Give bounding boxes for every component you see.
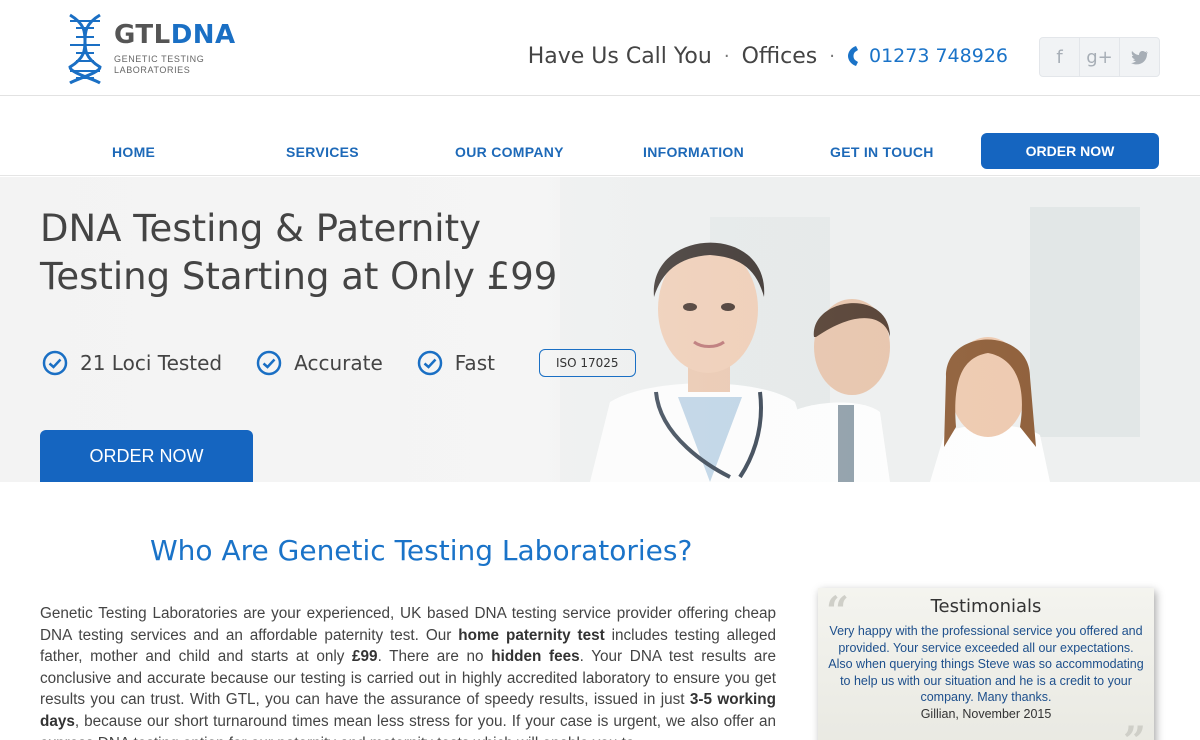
hidden-fees-highlight: hidden fees: [491, 648, 580, 666]
twitter-bird-icon: [1130, 50, 1148, 64]
hero-title-line1: DNA Testing & Paternity: [40, 207, 481, 250]
logo-subtitle-line2: Laboratories: [114, 65, 191, 75]
testimonial-author: Gillian, November 2015: [920, 706, 1052, 721]
testimonial-card: “ ” Testimonials Very happy with the pro…: [818, 588, 1154, 740]
check-circle-icon: [417, 350, 443, 376]
feature-label: Accurate: [294, 351, 383, 375]
main-navigation: HOME SERVICES OUR COMPANY INFORMATION GE…: [0, 96, 1200, 176]
hero-banner: DNA Testing & Paternity Testing Starting…: [0, 177, 1200, 482]
nav-order-now-button[interactable]: ORDER NOW: [981, 133, 1159, 169]
separator: ·: [829, 45, 835, 67]
offices-link[interactable]: Offices: [742, 44, 818, 69]
feature-label: Fast: [454, 351, 495, 375]
testimonial-text: Very happy with the professional service…: [828, 624, 1144, 704]
open-quote-icon: “: [826, 588, 850, 635]
nav-home[interactable]: HOME: [112, 144, 155, 160]
nav-our-company[interactable]: OUR COMPANY: [455, 144, 564, 160]
feature-label: 21 Loci Tested: [80, 351, 223, 375]
close-quote-icon: ”: [1123, 722, 1146, 740]
phone-link[interactable]: 01273 748926: [847, 45, 1008, 67]
check-circle-icon: [42, 350, 68, 376]
logo-brand-dna: DNA: [170, 20, 236, 50]
home-paternity-test-link[interactable]: home paternity test: [458, 627, 604, 644]
logo-wordmark: GTLDNA: [114, 22, 236, 48]
nav-services[interactable]: SERVICES: [286, 144, 359, 160]
hero-order-now-button[interactable]: ORDER NOW: [40, 430, 253, 482]
hero-features: 21 Loci Tested Accurate Fast ISO 17025: [42, 349, 636, 377]
nav-information[interactable]: INFORMATION: [643, 144, 744, 160]
dna-helix-icon: [68, 13, 102, 85]
nav-get-in-touch[interactable]: GET IN TOUCH: [830, 144, 934, 160]
site-header: GTLDNA Genetic Testing Laboratories Have…: [0, 0, 1200, 96]
logo-subtitle: Genetic Testing Laboratories: [114, 54, 236, 76]
about-text: . There are no: [377, 648, 492, 666]
logo-brand-gtl: GTL: [114, 20, 171, 50]
feature-accurate: Accurate: [256, 350, 383, 376]
call-back-link[interactable]: Have Us Call You: [528, 44, 712, 69]
check-circle-icon: [256, 350, 282, 376]
hero-title: DNA Testing & Paternity Testing Starting…: [40, 205, 600, 301]
separator: ·: [723, 45, 730, 67]
twitter-icon[interactable]: [1120, 38, 1159, 76]
feature-loci: 21 Loci Tested: [42, 350, 222, 376]
about-text: , because our short turnaround times mea…: [40, 712, 776, 740]
about-paragraph: Genetic Testing Laboratories are your ex…: [40, 603, 776, 740]
testimonial-title: Testimonials: [930, 596, 1042, 617]
facebook-icon[interactable]: f: [1040, 38, 1080, 76]
iso-badge: ISO 17025: [538, 349, 636, 377]
social-links: f g+: [1039, 37, 1160, 77]
phone-icon: [847, 46, 858, 66]
google-plus-icon[interactable]: g+: [1080, 38, 1120, 76]
feature-fast: Fast: [417, 350, 495, 376]
about-heading: Who Are Genetic Testing Laboratories?: [150, 534, 693, 567]
header-contact: Have Us Call You · Offices · 01273 74892…: [528, 38, 1008, 74]
medical-staff-image: [560, 177, 1200, 482]
hero-title-line2: Testing Starting at Only £99: [40, 255, 558, 298]
phone-number: 01273 748926: [868, 45, 1008, 67]
price-highlight: £99: [352, 648, 378, 666]
gtldna-logo[interactable]: GTLDNA Genetic Testing Laboratories: [66, 12, 246, 86]
logo-subtitle-line1: Genetic Testing: [114, 54, 205, 64]
